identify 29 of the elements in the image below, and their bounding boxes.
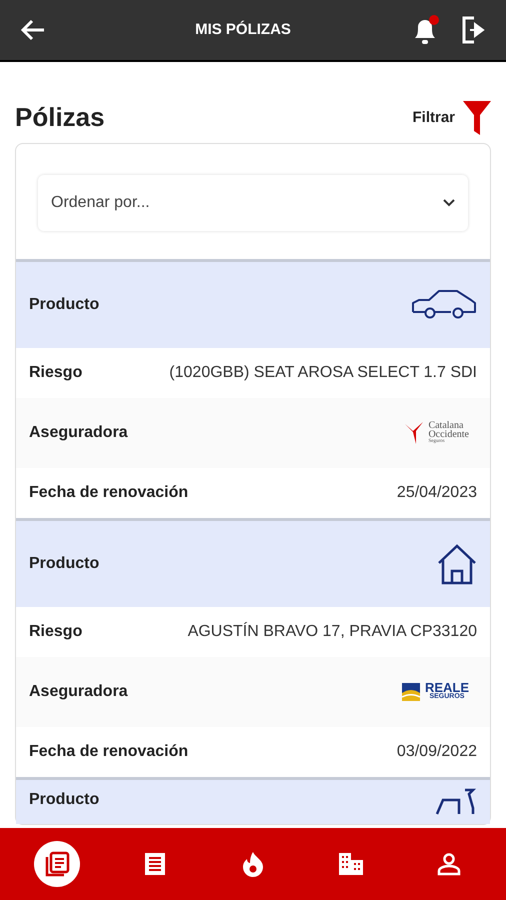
field-label: Riesgo <box>29 363 82 383</box>
field-label: Producto <box>29 790 100 810</box>
page-heading: Pólizas <box>15 101 105 134</box>
back-arrow-icon[interactable] <box>20 18 46 42</box>
field-label: Producto <box>29 295 100 315</box>
field-value: AGUSTÍN BRAVO 17, PRAVIA CP33120 <box>188 621 477 642</box>
list-icon <box>144 852 166 876</box>
person-icon <box>437 852 461 876</box>
screen-title: MIS PÓLIZAS <box>195 20 291 40</box>
flame-icon <box>242 851 264 877</box>
car-icon <box>411 289 477 321</box>
sort-select[interactable]: Ordenar por... <box>38 175 468 231</box>
building-icon <box>338 852 364 876</box>
field-label: Aseguradora <box>29 682 128 702</box>
house-icon <box>437 543 477 585</box>
nav-tab[interactable] <box>34 841 80 887</box>
field-label: Riesgo <box>29 622 82 642</box>
field-label: Producto <box>29 554 100 574</box>
chevron-down-icon <box>443 199 455 207</box>
field-value: 25/04/2023 <box>396 483 477 503</box>
field-value: 03/09/2022 <box>396 742 477 762</box>
filter-icon <box>463 101 491 135</box>
field-label: Fecha de renovación <box>29 742 188 762</box>
filter-button[interactable]: Filtrar <box>412 101 491 137</box>
field-label: Fecha de renovación <box>29 483 188 503</box>
logout-icon[interactable] <box>460 15 486 45</box>
field-label: Aseguradora <box>29 423 128 443</box>
documents-icon <box>43 850 71 878</box>
field-value: (1020GBB) SEAT AROSA SELECT 1.7 SDI <box>169 363 477 383</box>
